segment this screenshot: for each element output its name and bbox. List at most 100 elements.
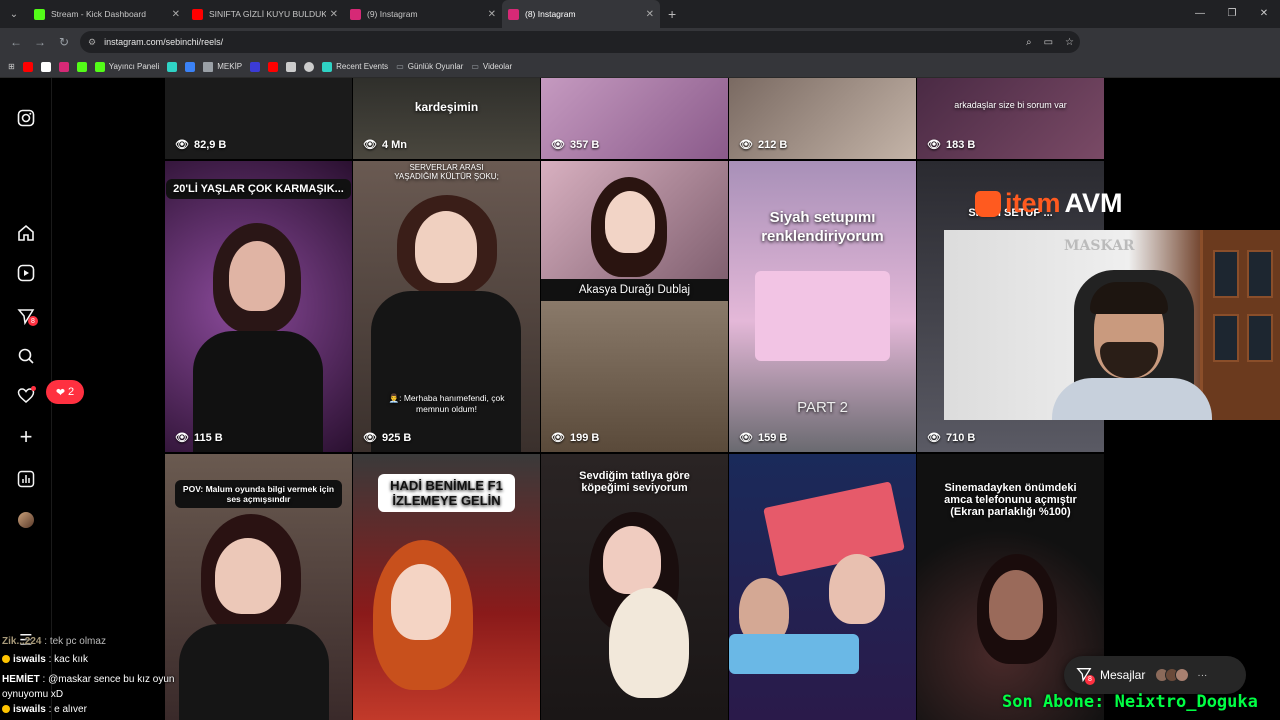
reel-tile[interactable]: 👁 357 B	[541, 78, 728, 159]
reel-tile[interactable]: Siyah setupımı renklendiriyorum PART 2 👁…	[729, 161, 916, 452]
bookmark-recent-events[interactable]: Recent Events	[322, 61, 388, 72]
chat-message: iswails : e alıver	[2, 704, 87, 715]
close-tab-icon[interactable]: ✕	[646, 9, 654, 20]
close-tab-icon[interactable]: ✕	[330, 9, 338, 20]
reel-caption: Sevdiğim tatlıya göre köpeğimi seviyorum	[579, 470, 690, 494]
streamer-hair	[1090, 282, 1168, 314]
webcam-door	[1200, 230, 1280, 420]
new-tab-button[interactable]: +	[660, 6, 684, 22]
bookmark-folder-gunluk-oyunlar[interactable]: ▭ Günlük Oyunlar	[396, 62, 463, 71]
messages-icon[interactable]: 8	[16, 306, 38, 326]
view-count: 👁 212 B	[739, 138, 788, 152]
url-field[interactable]: ⚙ instagram.com/sebinchi/reels/ ⌕ ▭ ☆	[80, 31, 1080, 53]
subscriber-banner: Son Abone: Neixtro_Doguka	[1002, 692, 1258, 712]
bookmark-teal[interactable]	[167, 61, 178, 72]
bookmark-purple[interactable]	[250, 61, 261, 72]
view-count: 👁 4 Mn	[363, 138, 408, 152]
stream-chat-overlay: Zik...224 : tek pc olmaz iswails : kac k…	[0, 632, 200, 720]
eye-icon: 👁	[927, 432, 941, 444]
messages-button[interactable]: 8 Mesajlar ···	[1064, 656, 1246, 694]
bookmark-star-icon[interactable]: ☆	[1065, 37, 1074, 48]
eye-icon: 👁	[551, 139, 565, 151]
reel-caption: Siyah setupımı renklendiriyorum	[761, 209, 884, 245]
messages-label: Mesajlar	[1100, 668, 1146, 682]
create-plus-icon[interactable]: +	[16, 424, 36, 449]
forward-icon[interactable]: →	[28, 35, 52, 49]
view-count: 👁 710 B	[927, 431, 976, 445]
bookmark-instagram[interactable]	[58, 61, 69, 72]
dashboard-icon[interactable]	[16, 469, 36, 489]
instagram-logo-icon[interactable]	[16, 108, 36, 128]
reel-subtitle: PART 2	[797, 399, 848, 416]
close-tab-icon[interactable]: ✕	[488, 9, 496, 20]
view-count: 👁 115 B	[175, 431, 223, 445]
cast-icon[interactable]: ▭	[1044, 37, 1053, 48]
browser-tab-bar: ⌄ Stream - Kick Dashboard ✕ SINIFTA GİZL…	[0, 0, 1280, 28]
reel-caption: arkadaşlar size bi sorum var	[954, 100, 1067, 110]
reels-icon[interactable]	[16, 263, 36, 283]
reel-tile[interactable]: 20'Lİ YAŞLAR ÇOK KARMAŞIK... 👁 115 B	[165, 161, 352, 452]
apps-grid-icon[interactable]: ⊞	[8, 62, 15, 71]
close-window-icon[interactable]: ✕	[1248, 0, 1280, 28]
messages-badge: 8	[28, 316, 38, 326]
close-tab-icon[interactable]: ✕	[172, 9, 180, 20]
reel-tile[interactable]: 👁 82,9 B	[165, 78, 352, 159]
more-icon[interactable]: ···	[1197, 670, 1207, 681]
home-icon[interactable]	[16, 223, 36, 243]
reel-tile[interactable]: Sevdiğim tatlıya göre köpeğimi seviyorum	[541, 454, 728, 720]
view-count: 👁 199 B	[551, 431, 600, 445]
tab-instagram-9[interactable]: (9) Instagram ✕	[344, 0, 502, 28]
tab-instagram-8[interactable]: (8) Instagram ✕	[502, 0, 660, 28]
tab-search-icon[interactable]: ⌄	[0, 0, 28, 28]
view-count: 👁 82,9 B	[175, 138, 227, 152]
bookmark-mekip[interactable]: MEKİP	[203, 61, 242, 72]
bookmark-circle[interactable]	[304, 61, 315, 72]
webcam-overlay: MASKAR	[944, 230, 1280, 420]
eye-icon: 👁	[363, 139, 377, 151]
bookmark-youtube[interactable]	[22, 61, 33, 72]
reel-caption: Sinemadayken önümdeki amca telefonunu aç…	[944, 482, 1077, 518]
bookmark-x[interactable]	[40, 61, 51, 72]
profile-avatar[interactable]	[18, 512, 34, 528]
back-icon[interactable]: ←	[4, 35, 28, 49]
site-info-icon[interactable]: ⚙	[88, 37, 96, 48]
eye-icon: 👁	[175, 139, 189, 151]
bookmark-image[interactable]	[286, 61, 297, 72]
reel-tile[interactable]: HADİ BENİMLE F1 İZLEMEYE GELİN	[353, 454, 540, 720]
window-controls: — ❐ ✕	[1184, 0, 1280, 28]
chat-message: iswails : kac kıık	[2, 654, 88, 665]
chat-badge-icon	[2, 705, 10, 714]
minimize-icon[interactable]: —	[1184, 0, 1216, 28]
tab-youtube[interactable]: SINIFTA GİZLİ KUYU BULDUK! 🫢 ✕	[186, 0, 344, 28]
heart-icon[interactable]	[16, 386, 36, 406]
dog-figure	[609, 588, 689, 698]
tab-kick-dashboard[interactable]: Stream - Kick Dashboard ✕	[28, 0, 186, 28]
person-face	[605, 191, 655, 253]
notification-pill[interactable]: ❤ 2	[46, 380, 84, 404]
bookmarks-bar: ⊞ Yayıncı Paneli MEKİP Recent Events ▭ Gü…	[0, 56, 1280, 78]
bookmark-folder-videolar[interactable]: ▭ Videolar	[471, 62, 512, 71]
zoom-icon[interactable]: ⌕	[1026, 37, 1032, 48]
view-count: 👁 183 B	[927, 138, 976, 152]
reel-caption: kardeşimin	[414, 100, 479, 114]
reel-tile[interactable]: kardeşimin 👁 4 Mn	[353, 78, 540, 159]
reel-caption: 20'Lİ YAŞLAR ÇOK KARMAŞIK...	[165, 179, 352, 199]
reel-tile[interactable]: 👁 212 B	[729, 78, 916, 159]
eye-icon: 👁	[175, 432, 189, 444]
person-face	[989, 570, 1043, 640]
reel-tile[interactable]	[729, 454, 916, 720]
reel-tile[interactable]: arkadaşlar size bi sorum var 👁 183 B	[917, 78, 1104, 159]
folder-icon: ▭	[471, 62, 479, 71]
eye-icon: 👁	[551, 432, 565, 444]
search-icon[interactable]	[16, 346, 36, 366]
bookmark-kick[interactable]	[76, 61, 87, 72]
chat-message: Zik...224 : tek pc olmaz	[2, 636, 106, 647]
restore-icon[interactable]: ❐	[1216, 0, 1248, 28]
bookmark-blue[interactable]	[185, 61, 196, 72]
reel-tile[interactable]: SERVERLAR ARASI YAŞADIĞIM KÜLTÜR ŞOKU; 👨…	[353, 161, 540, 452]
reload-icon[interactable]: ↻	[52, 35, 76, 49]
bookmark-yayinci-paneli[interactable]: Yayıncı Paneli	[94, 61, 159, 72]
reel-tile[interactable]: Akasya Durağı Dublaj 👁 199 B	[541, 161, 728, 452]
heart-dot	[31, 386, 36, 391]
bookmark-youtube-2[interactable]	[268, 61, 279, 72]
